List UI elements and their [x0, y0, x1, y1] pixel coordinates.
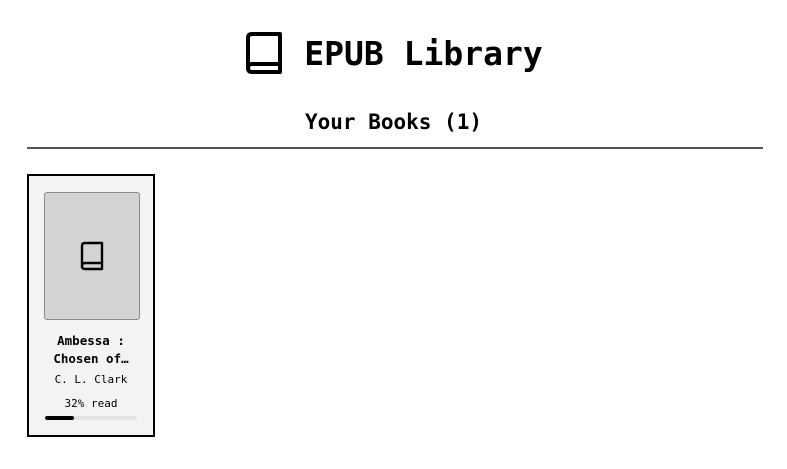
book-title-line: Ambessa : [57, 333, 125, 348]
progress-fill [45, 416, 75, 420]
book-cover[interactable] [44, 192, 140, 320]
progress-bar [45, 416, 137, 420]
book-author: C. L. Clark [54, 373, 128, 386]
book-title-line: Chosen of… [53, 351, 129, 366]
app-header: EPUB Library [0, 26, 787, 80]
book-title: Ambessa : Chosen of… [37, 332, 145, 368]
book-icon [246, 32, 283, 74]
book-card[interactable]: Ambessa : Chosen of… C. L. Clark 32% rea… [27, 174, 155, 437]
divider [27, 147, 763, 149]
book-icon [80, 241, 104, 271]
progress-label: 32% read [64, 397, 118, 410]
app-title: EPUB Library [304, 33, 543, 73]
section-title: Your Books (1) [304, 110, 482, 134]
